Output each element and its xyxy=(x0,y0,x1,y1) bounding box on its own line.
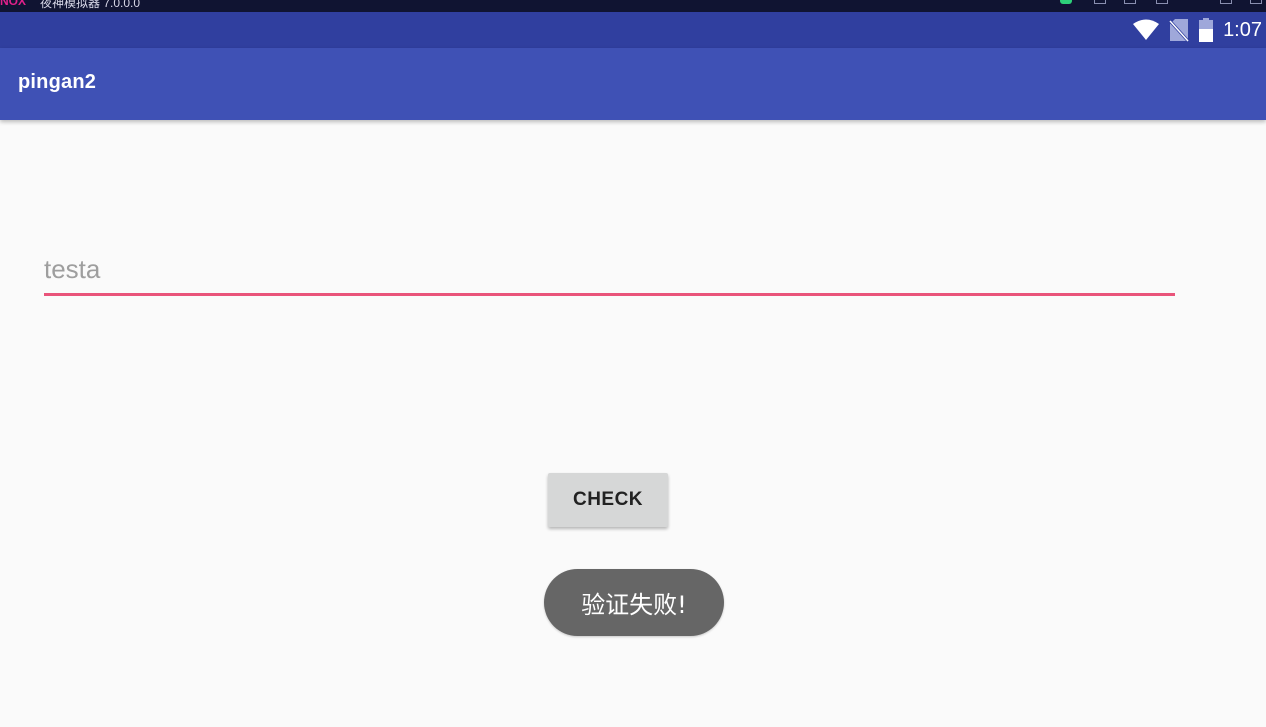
wifi-icon xyxy=(1133,19,1160,40)
emulator-menu-icon[interactable] xyxy=(1124,0,1136,4)
toast-message: 验证失败! xyxy=(544,569,724,636)
emulator-maximize-icon[interactable] xyxy=(1220,0,1232,4)
emulator-settings-icon[interactable] xyxy=(1156,0,1168,4)
emulator-window-title: 夜神模拟器 7.0.0.0 xyxy=(40,0,141,10)
emulator-close-icon[interactable] xyxy=(1250,0,1262,4)
emulator-title-bar: NOX 夜神模拟器 7.0.0.0 xyxy=(0,0,1266,12)
emulator-green-icon[interactable] xyxy=(1060,0,1072,4)
toast-text: 验证失败! xyxy=(581,591,687,619)
app-title: pingan2 xyxy=(18,71,97,93)
no-sim-icon xyxy=(1169,19,1190,42)
status-bar: 1:07 xyxy=(0,12,1266,48)
emulator-logo: NOX xyxy=(0,0,27,8)
emulator-share-icon[interactable] xyxy=(1094,0,1106,4)
check-button[interactable]: CHECK xyxy=(548,473,668,527)
app-bar: pingan2 xyxy=(0,48,1266,120)
test-input[interactable] xyxy=(44,250,1175,296)
status-time: 1:07 xyxy=(1223,18,1262,41)
battery-icon xyxy=(1199,18,1214,42)
status-icons: 1:07 xyxy=(1133,12,1262,48)
